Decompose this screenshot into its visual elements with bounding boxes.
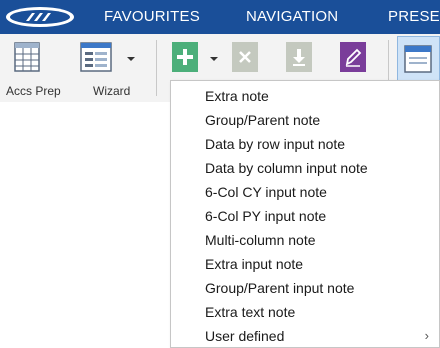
add-dropdown-arrow-icon[interactable]	[210, 57, 218, 61]
menu-item-extra-input-note[interactable]: Extra input note	[171, 252, 439, 276]
accs-prep-label[interactable]: Accs Prep	[6, 84, 61, 98]
menu-presentation[interactable]: PRESEN	[388, 8, 440, 25]
menu-item-extra-text-note[interactable]: Extra text note	[171, 300, 439, 324]
left-panel	[0, 102, 170, 348]
edit-note-button[interactable]	[340, 42, 366, 72]
wizard-dropdown-arrow-icon[interactable]	[127, 57, 135, 61]
delete-x-icon	[232, 42, 258, 72]
app-logo-icon[interactable]	[4, 5, 76, 29]
menu-item-data-by-row-input-note[interactable]: Data by row input note	[171, 132, 439, 156]
download-arrow-icon	[286, 42, 312, 72]
chevron-right-icon: ›	[424, 328, 429, 343]
menu-favourites[interactable]: FAVOURITES	[104, 8, 200, 25]
window-icon	[404, 45, 432, 73]
menu-item-extra-note[interactable]: Extra note	[171, 84, 439, 108]
spreadsheet-icon	[14, 42, 40, 72]
edit-pencil-icon	[340, 42, 366, 72]
add-note-dropdown-menu: Extra note Group/Parent note Data by row…	[170, 80, 440, 348]
delete-note-button[interactable]	[232, 42, 258, 72]
menu-item-6col-cy-input-note[interactable]: 6-Col CY input note	[171, 180, 439, 204]
download-button[interactable]	[286, 42, 312, 72]
menu-navigation[interactable]: NAVIGATION	[246, 8, 338, 25]
add-note-button[interactable]	[172, 42, 198, 72]
wizard-label[interactable]: Wizard	[93, 84, 130, 98]
menu-item-group-parent-note[interactable]: Group/Parent note	[171, 108, 439, 132]
menu-item-data-by-column-input-note[interactable]: Data by column input note	[171, 156, 439, 180]
menu-item-multi-column-note[interactable]: Multi-column note	[171, 228, 439, 252]
accs-prep-button[interactable]	[14, 42, 40, 72]
wizard-button[interactable]	[80, 42, 112, 72]
menu-item-user-defined[interactable]: User defined ›	[171, 324, 439, 348]
add-plus-icon	[172, 42, 198, 72]
menu-item-group-parent-input-note[interactable]: Group/Parent input note	[171, 276, 439, 300]
ribbon-separator	[156, 40, 157, 96]
menu-item-6col-py-input-note[interactable]: 6-Col PY input note	[171, 204, 439, 228]
top-menu-bar: FAVOURITES NAVIGATION PRESEN	[0, 0, 440, 34]
wizard-form-icon	[80, 42, 112, 72]
